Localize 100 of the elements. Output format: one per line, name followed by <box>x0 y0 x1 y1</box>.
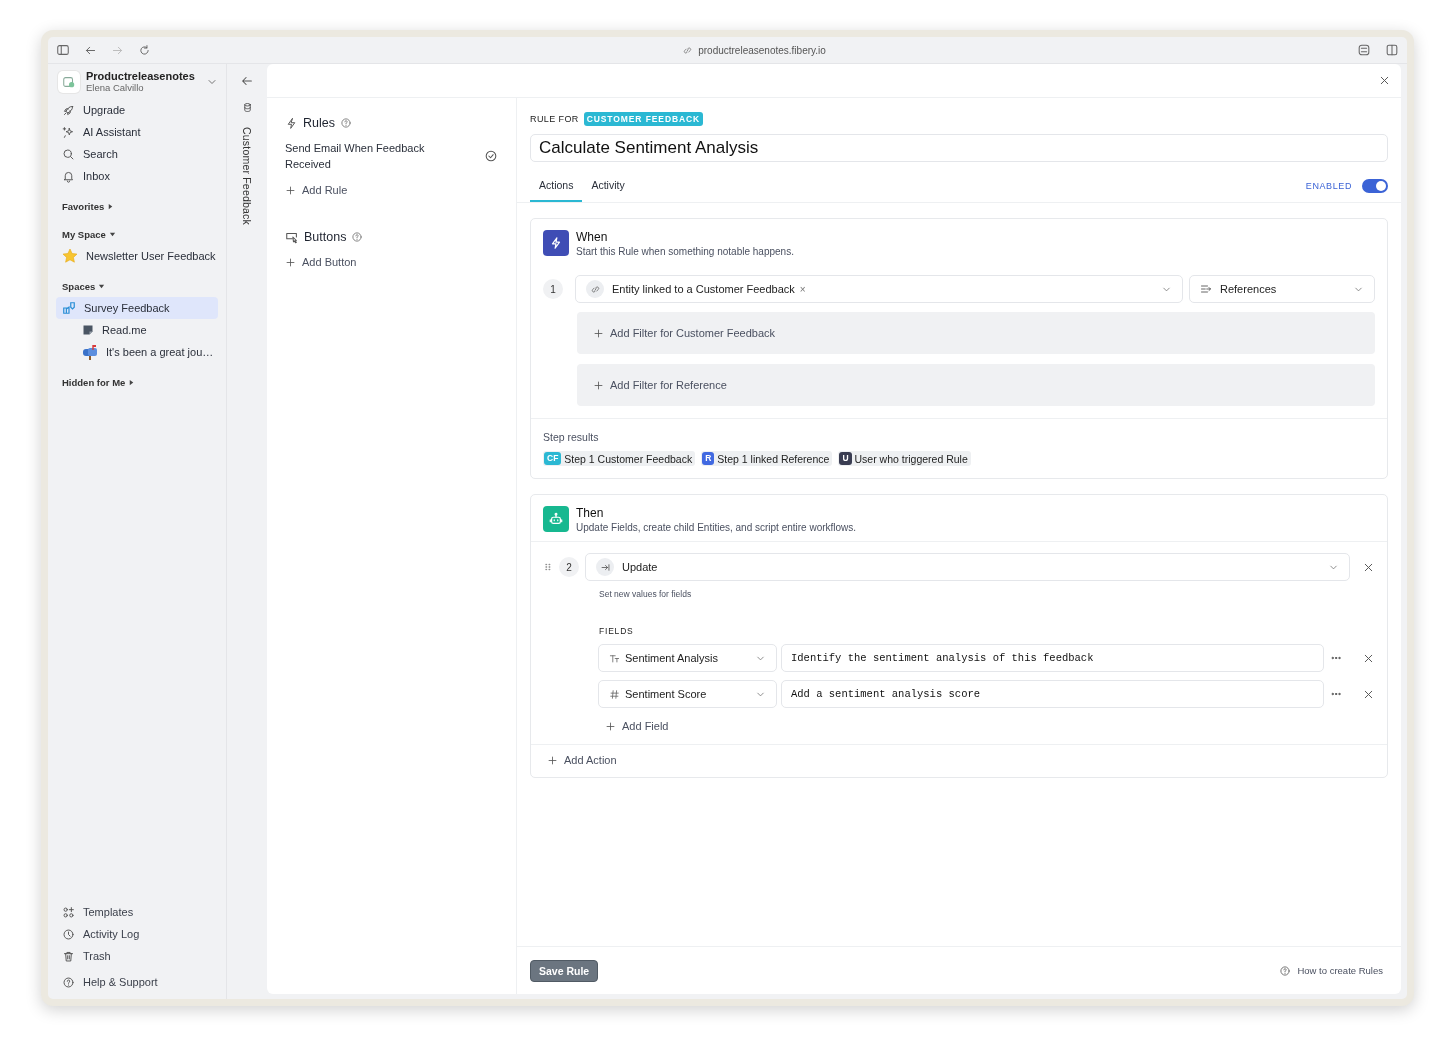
type-badge: R <box>702 452 715 465</box>
caret-right-icon <box>107 202 115 210</box>
chip-label: User who triggered Rule <box>854 452 968 465</box>
value-field[interactable]: Identify the sentiment analysis of this feedback <box>781 644 1324 672</box>
database-icon <box>241 102 253 113</box>
section-header[interactable]: Favorites <box>56 197 218 215</box>
save-button[interactable]: Save Rule <box>530 959 599 982</box>
link-icon <box>589 283 601 295</box>
rocket-icon <box>62 103 75 117</box>
toggle-switch[interactable] <box>1362 179 1388 193</box>
plus-icon <box>285 184 296 196</box>
card-title: Then <box>576 506 605 520</box>
label: RULE FOR <box>530 114 579 124</box>
tab[interactable]: Activity <box>582 179 634 202</box>
add-filter-button[interactable]: Add Filter for Customer Feedback <box>577 312 1375 354</box>
nav-item[interactable]: Trash <box>56 945 218 967</box>
caret-down-icon <box>98 282 106 290</box>
step-result-chip[interactable]: R Step 1 linked Reference <box>701 451 833 466</box>
sidebar-toggle-icon[interactable] <box>56 43 70 57</box>
update-icon <box>599 561 611 573</box>
step-number: 2 <box>559 557 579 577</box>
section-label: FIELDS <box>598 626 635 636</box>
nav-item[interactable]: Templates <box>56 901 218 923</box>
tab[interactable]: Actions <box>530 179 583 202</box>
nav-item[interactable]: Activity Log <box>56 923 218 945</box>
workspace-logo[interactable] <box>58 70 80 93</box>
card-subtitle: Update Fields, create child Entities, and script entire workflows. <box>576 522 857 533</box>
bell-icon <box>62 169 75 183</box>
close-icon[interactable] <box>1378 74 1391 87</box>
card-title: When <box>576 230 609 244</box>
add-button-link[interactable]: Add Button <box>285 256 498 268</box>
split-view-icon[interactable] <box>1385 43 1399 57</box>
robot-icon <box>543 506 569 532</box>
space-icon <box>62 301 76 315</box>
rule-item[interactable]: Send Email When Feedback Received <box>285 140 445 172</box>
caret-right-icon <box>128 378 136 386</box>
clock-icon <box>62 927 75 941</box>
sidebar-item[interactable]: Read.me <box>76 319 218 341</box>
references-icon <box>1200 283 1212 295</box>
sidebar-item[interactable]: Newsletter User Feedback <box>56 245 218 267</box>
help-link[interactable]: How to create Rules <box>1279 964 1383 977</box>
link-icon <box>682 44 694 56</box>
nav-item[interactable]: Help & Support <box>56 971 218 993</box>
database-tag: CUSTOMER FEEDBACK <box>583 112 704 126</box>
nav-item[interactable]: Upgrade <box>56 99 218 121</box>
drag-handle-icon[interactable] <box>543 562 553 572</box>
user-name: Elena Calvillo <box>86 82 145 93</box>
lightning-icon <box>543 230 569 256</box>
section-header[interactable]: Hidden for Me <box>56 373 218 391</box>
step-result-chip[interactable]: U User who triggered Rule <box>838 451 971 466</box>
dropdown-label: Sentiment Analysis <box>625 652 718 664</box>
help-icon <box>1279 964 1292 977</box>
sidebar-item[interactable]: Survey Feedback <box>56 297 218 319</box>
caret-down-icon <box>108 230 116 238</box>
relation-dropdown[interactable]: References <box>1189 275 1375 303</box>
action-dropdown[interactable]: Update <box>585 553 1350 581</box>
star-icon <box>62 248 78 264</box>
nav-item[interactable]: Inbox <box>56 165 218 187</box>
text-type-icon <box>609 652 620 664</box>
add-field-link[interactable]: Add Field <box>543 720 1375 732</box>
search-icon <box>62 147 75 161</box>
add-action-link[interactable]: Add Action <box>531 745 1387 777</box>
document-icon <box>82 324 94 336</box>
helper-text: Set new values for fields <box>598 589 693 599</box>
sparkle-icon <box>62 125 75 139</box>
plus-icon <box>593 327 604 339</box>
reload-icon[interactable] <box>138 43 151 57</box>
type-badge: CF <box>544 452 562 465</box>
section-header[interactable]: My Space <box>56 225 218 243</box>
field-dropdown[interactable]: Sentiment Score <box>598 680 777 708</box>
trash-icon <box>62 949 75 963</box>
trigger-dropdown[interactable]: Entity linked to a Customer Feedback × <box>575 275 1183 303</box>
settings-icon[interactable] <box>1357 43 1371 57</box>
dropdown-label: References <box>1220 283 1277 295</box>
address-bar[interactable]: productreleasenotes.fibery.io <box>698 44 826 56</box>
plus-icon <box>285 256 296 268</box>
rule-name-field[interactable]: Calculate Sentiment Analysis <box>530 134 1388 162</box>
workspace-name[interactable]: Productreleasenotes <box>86 70 200 82</box>
remove-icon[interactable]: × <box>799 283 806 295</box>
back-arrow-icon[interactable] <box>240 74 254 88</box>
vertical-tab[interactable]: Customer Feedback <box>241 127 253 225</box>
value-field[interactable]: Add a sentiment analysis score <box>781 680 1324 708</box>
section-title: Buttons <box>304 230 347 244</box>
lightning-icon <box>285 116 298 130</box>
check-circle-icon <box>484 149 498 163</box>
chip-label: Step 1 Customer Feedback <box>564 452 693 465</box>
chip-label: Step 1 linked Reference <box>717 452 830 465</box>
hash-icon <box>609 688 620 700</box>
step-result-chip[interactable]: CF Step 1 Customer Feedback <box>543 451 696 466</box>
card-subtitle: Start this Rule when something notable happens. <box>576 246 794 257</box>
field-dropdown[interactable]: Sentiment Analysis <box>598 644 777 672</box>
section-header[interactable]: Spaces <box>56 277 218 295</box>
plus-icon <box>547 754 558 766</box>
sidebar-item[interactable]: It's been a great jou… <box>76 341 218 363</box>
nav-item[interactable]: Search <box>56 143 218 165</box>
nav-item[interactable]: AI Assistant <box>56 121 218 143</box>
add-rule-link[interactable]: Add Rule <box>285 184 498 196</box>
plus-icon <box>593 379 604 391</box>
add-filter-button[interactable]: Add Filter for Reference <box>577 364 1375 406</box>
status-label: ENABLED <box>1305 181 1352 191</box>
